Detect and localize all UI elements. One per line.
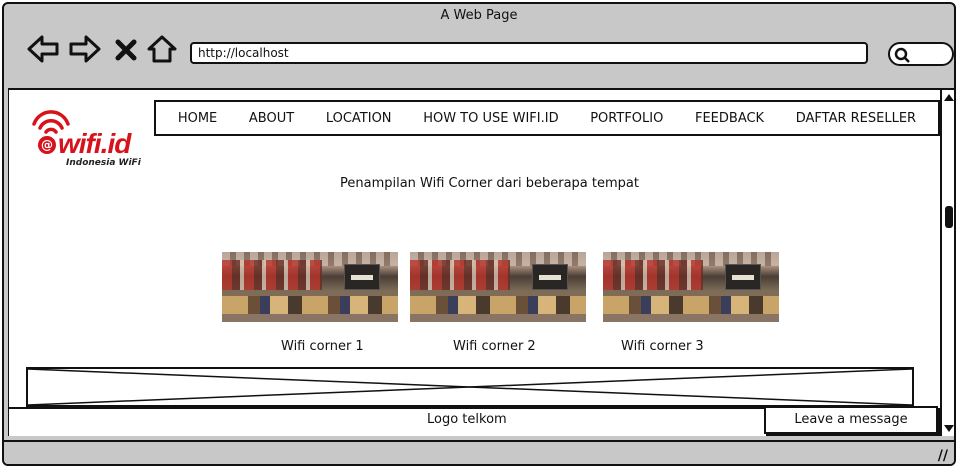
menu-item-daftar-reseller[interactable]: DAFTAR RESELLER bbox=[796, 111, 916, 126]
footer-divider bbox=[8, 407, 764, 409]
scroll-down-icon[interactable] bbox=[944, 425, 954, 432]
gallery-image-3[interactable] bbox=[603, 252, 779, 322]
home-icon[interactable] bbox=[146, 34, 178, 64]
scroll-up-icon[interactable] bbox=[944, 94, 954, 101]
stop-icon[interactable] bbox=[114, 38, 138, 62]
at-sign-icon: @ bbox=[38, 136, 56, 154]
main-menu: HOME ABOUT LOCATION HOW TO USE WIFI.ID P… bbox=[154, 100, 940, 136]
menu-item-how-to-use[interactable]: HOW TO USE WIFI.ID bbox=[423, 111, 558, 126]
gallery-caption-1: Wifi corner 1 bbox=[281, 339, 364, 354]
menu-item-feedback[interactable]: FEEDBACK bbox=[695, 111, 764, 126]
forward-icon[interactable] bbox=[68, 34, 102, 64]
leave-message-button[interactable]: Leave a message bbox=[764, 406, 938, 434]
search-icon bbox=[894, 47, 910, 63]
footer-logo-label: Logo telkom bbox=[427, 412, 507, 427]
search-field[interactable] bbox=[888, 42, 954, 66]
logo-brand-text: wifi.id bbox=[58, 128, 131, 159]
gallery-image-1[interactable] bbox=[222, 252, 398, 322]
gallery-caption-2: Wifi corner 2 bbox=[453, 339, 536, 354]
page-heading: Penampilan Wifi Corner dari beberapa tem… bbox=[340, 176, 639, 191]
menu-item-location[interactable]: LOCATION bbox=[326, 111, 392, 126]
resize-grip-icon[interactable]: // bbox=[938, 448, 948, 464]
url-input[interactable]: http://localhost bbox=[190, 42, 868, 64]
scroll-thumb[interactable] bbox=[945, 206, 953, 228]
window-title: A Web Page bbox=[440, 8, 518, 23]
vertical-scrollbar[interactable] bbox=[940, 88, 954, 436]
banner-placeholder-image bbox=[26, 367, 914, 407]
back-icon[interactable] bbox=[26, 34, 60, 64]
menu-item-home[interactable]: HOME bbox=[178, 111, 217, 126]
status-bar: // bbox=[4, 440, 954, 464]
gallery-image-2[interactable] bbox=[410, 252, 586, 322]
logo-tagline: Indonesia WiFi bbox=[66, 158, 141, 168]
gallery-caption-3: Wifi corner 3 bbox=[621, 339, 704, 354]
menu-item-portfolio[interactable]: PORTFOLIO bbox=[590, 111, 663, 126]
menu-item-about[interactable]: ABOUT bbox=[249, 111, 294, 126]
